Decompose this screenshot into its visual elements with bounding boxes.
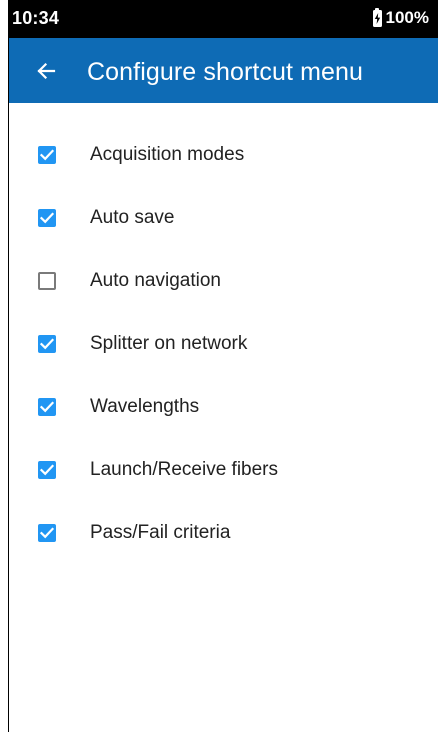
checkmark-icon xyxy=(40,337,54,349)
checkbox-checked[interactable] xyxy=(38,208,56,227)
shortcut-item[interactable]: Pass/Fail criteria xyxy=(9,501,438,564)
back-button[interactable] xyxy=(31,56,61,86)
checkbox-checked[interactable] xyxy=(38,145,56,164)
screen: 10:34 100% Configure shortcut menu Acqui… xyxy=(0,0,438,732)
checkmark-icon xyxy=(40,463,54,475)
battery-charging-icon xyxy=(372,7,382,27)
shortcut-item-label: Pass/Fail criteria xyxy=(90,521,231,543)
checkmark-icon xyxy=(40,526,54,538)
checkbox-checked[interactable] xyxy=(38,523,56,542)
shortcut-list: Acquisition modes Auto save Auto navigatio… xyxy=(9,123,438,564)
shortcut-item[interactable]: Splitter on network xyxy=(9,312,438,375)
shortcut-item-label: Acquisition modes xyxy=(90,143,245,165)
app-content: 10:34 100% Configure shortcut menu Acqui… xyxy=(9,0,438,732)
arrow-back-icon xyxy=(37,62,56,80)
shortcut-item[interactable]: Auto save xyxy=(9,186,438,249)
checkbox-unchecked[interactable] xyxy=(38,271,56,290)
status-time: 10:34 xyxy=(12,8,60,28)
checkmark-icon xyxy=(40,148,54,160)
shortcut-item-label: Launch/Receive fibers xyxy=(90,458,278,480)
shortcut-item-label: Auto navigation xyxy=(90,269,221,291)
checkmark-icon xyxy=(40,400,54,412)
status-bar: 10:34 100% xyxy=(9,0,438,38)
shortcut-item[interactable]: Wavelengths xyxy=(9,375,438,438)
shortcut-item-label: Wavelengths xyxy=(90,395,200,417)
device-frame-edge xyxy=(0,0,9,732)
checkbox-checked[interactable] xyxy=(38,334,56,353)
app-bar: Configure shortcut menu xyxy=(9,38,438,103)
checkbox-checked[interactable] xyxy=(38,460,56,479)
shortcut-item[interactable]: Launch/Receive fibers xyxy=(9,438,438,501)
shortcut-item-label: Auto save xyxy=(90,206,175,228)
shortcut-item[interactable]: Auto navigation xyxy=(9,249,438,312)
shortcut-item[interactable]: Acquisition modes xyxy=(9,123,438,186)
checkmark-icon xyxy=(40,211,54,223)
page-title: Configure shortcut menu xyxy=(87,58,364,86)
shortcut-item-label: Splitter on network xyxy=(90,332,248,354)
status-right: 100% xyxy=(372,7,429,28)
battery-percent: 100% xyxy=(385,8,429,27)
checkbox-checked[interactable] xyxy=(38,397,56,416)
